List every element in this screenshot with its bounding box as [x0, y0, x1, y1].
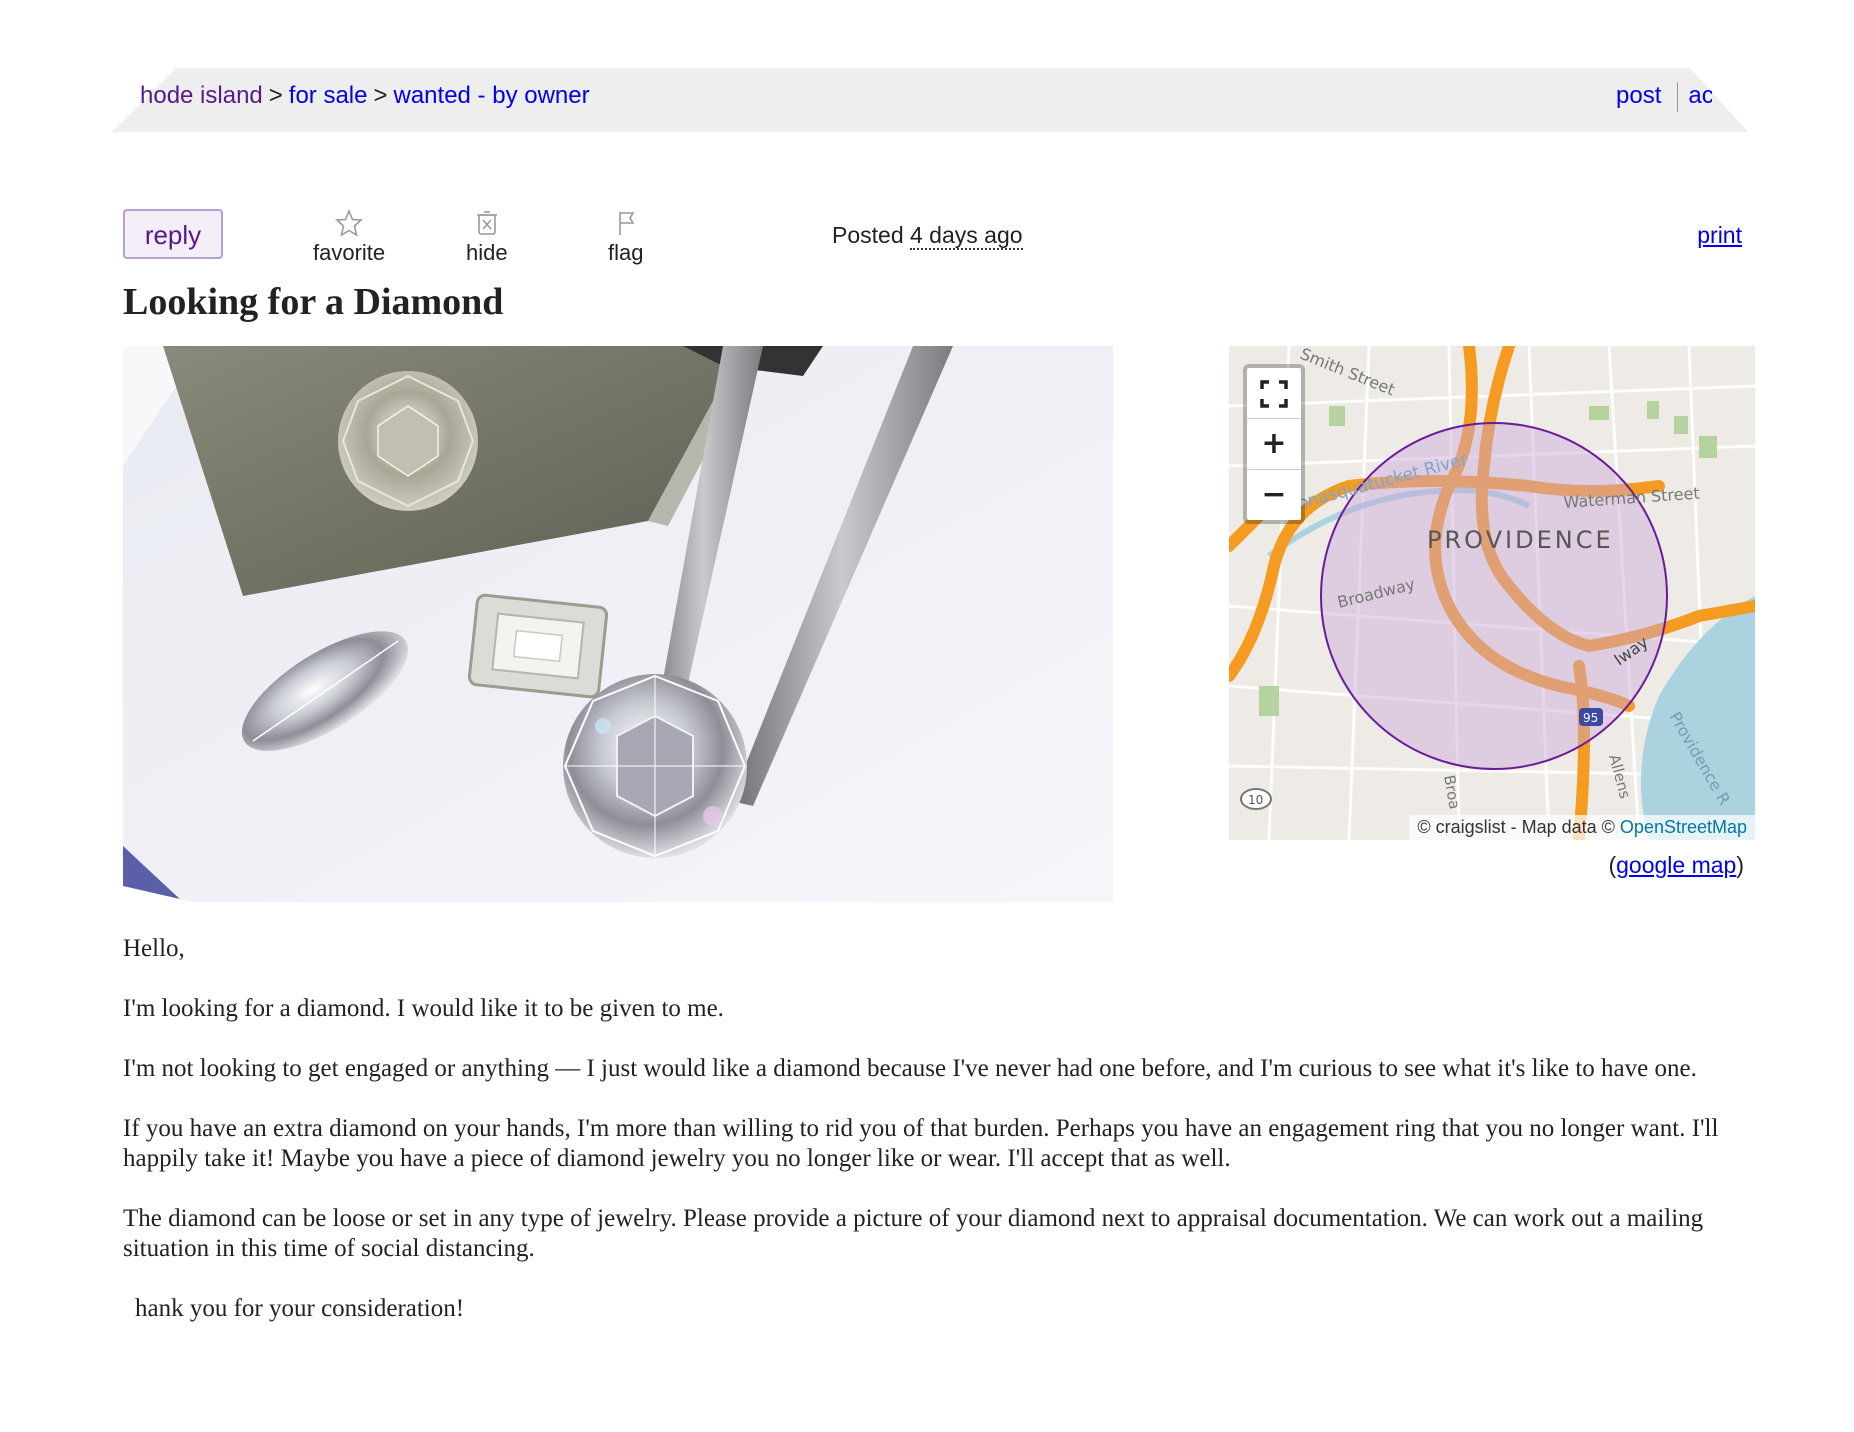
posting-title: Looking for a Diamond [123, 281, 504, 323]
diamond-photo [123, 346, 1113, 902]
star-icon [335, 208, 364, 237]
google-map-link[interactable]: google map [1616, 852, 1736, 878]
flag-label: flag [608, 240, 644, 265]
map[interactable]: PROVIDENCE Waterman Street Broadway Woon… [1229, 346, 1755, 840]
posted-ago: 4 days ago [910, 222, 1023, 250]
body-paragraph: I'm looking for a diamond. I would like … [123, 995, 724, 1022]
account-link[interactable]: ac [1688, 82, 1712, 109]
google-map: (google map) [1608, 852, 1744, 879]
fullscreen-button[interactable] [1247, 368, 1301, 419]
fullscreen-icon [1260, 379, 1288, 408]
map-city-label: PROVIDENCE [1427, 526, 1614, 554]
body-paragraph: I'm not looking to get engaged or anythi… [123, 1055, 1697, 1082]
map-attribution: © craigslist - Map data © OpenStreetMap [1409, 815, 1755, 840]
trash-x-icon [476, 211, 497, 235]
paren-open: ( [1608, 852, 1617, 878]
favorite-label: favorite [313, 240, 386, 265]
route-10-shield: 10 [1248, 793, 1263, 807]
breadcrumb-separator: > [268, 82, 283, 109]
body-paragraph: hank you for your consideration! [135, 1295, 465, 1322]
hide-button[interactable]: hide [466, 208, 508, 266]
header-divider [1677, 81, 1679, 112]
posted-label: Posted [832, 222, 904, 248]
print-link[interactable]: print [1697, 222, 1742, 249]
map-canvas[interactable]: PROVIDENCE Waterman Street Broadway Woon… [1229, 346, 1755, 840]
zoom-in-button[interactable]: + [1247, 419, 1301, 470]
openstreetmap-link[interactable]: OpenStreetMap [1620, 817, 1747, 837]
post-link[interactable]: post [1616, 82, 1661, 109]
breadcrumb-separator: > [373, 82, 388, 109]
paren-close: ) [1736, 852, 1744, 878]
body-paragraph: If you have an extra diamond on your han… [123, 1115, 1719, 1172]
hide-label: hide [466, 240, 508, 265]
map-controls: + − [1243, 364, 1305, 524]
breadcrumb-region-link[interactable]: hode island [140, 82, 263, 109]
breadcrumb-category-link[interactable]: for sale [289, 82, 368, 109]
flag-button[interactable]: flag [608, 208, 643, 266]
flag-icon [618, 212, 635, 235]
map-attribution-text: © craigslist - Map data © [1417, 817, 1615, 837]
zoom-out-button[interactable]: − [1247, 470, 1301, 520]
posted-date: Posted 4 days ago [832, 222, 1023, 250]
route-95-shield: 95 [1583, 711, 1598, 725]
reply-button[interactable]: reply [123, 209, 223, 259]
posting-image[interactable] [123, 346, 1113, 902]
posting-body: Hello, I'm looking for a diamond. I woul… [123, 934, 1743, 1354]
body-paragraph: Hello, [123, 935, 185, 962]
header-links: post ac [1616, 80, 1712, 112]
body-paragraph: The diamond can be loose or set in any t… [123, 1205, 1704, 1262]
favorite-button[interactable]: favorite [313, 208, 385, 266]
breadcrumb: hode island > for sale > wanted - by owner [140, 80, 590, 112]
breadcrumb-subcategory-link[interactable]: wanted - by owner [394, 82, 590, 109]
